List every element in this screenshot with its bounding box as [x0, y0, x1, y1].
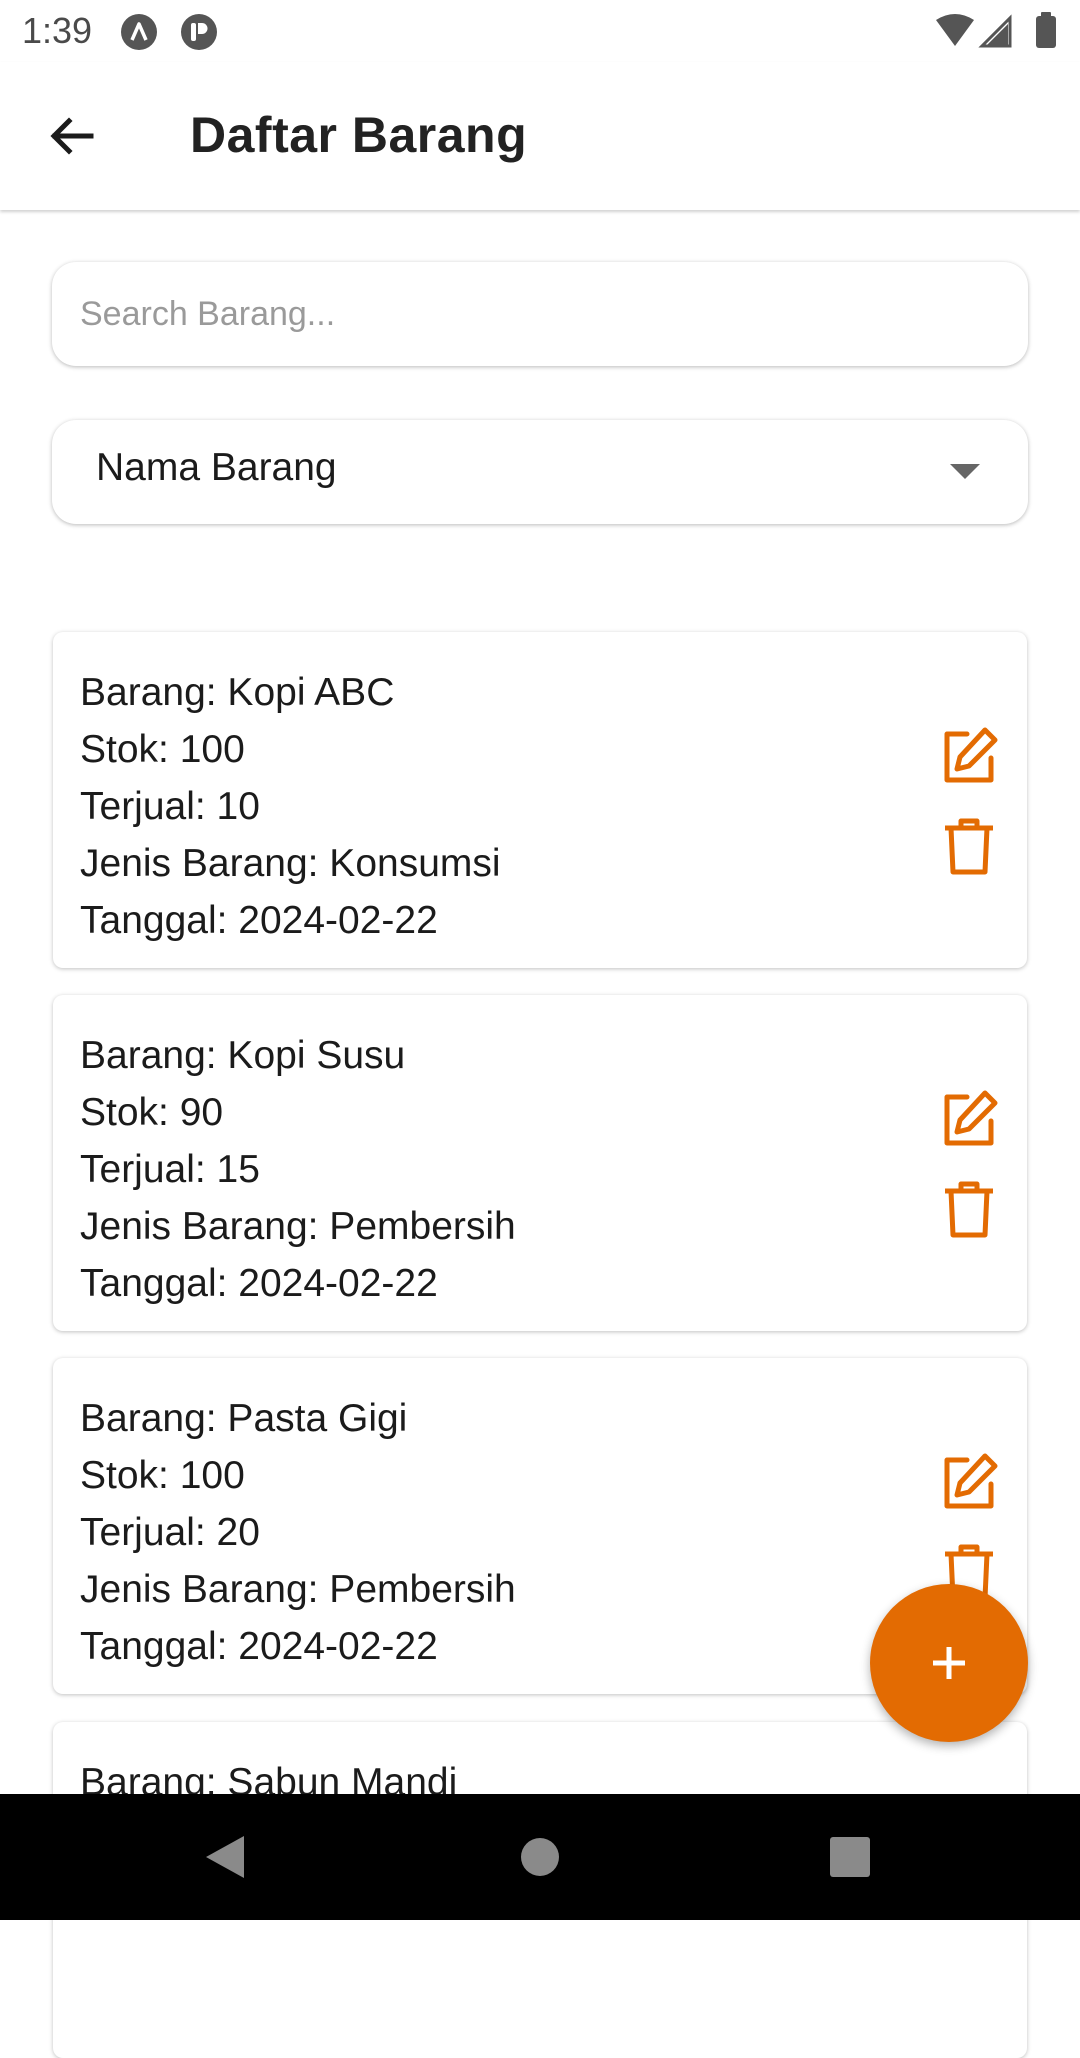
sort-select[interactable]: Nama Barang — [52, 420, 1028, 524]
page-title: Daftar Barang — [190, 107, 528, 163]
trash-icon[interactable] — [937, 814, 1001, 878]
item-name: Barang: Kopi ABC — [80, 671, 395, 714]
triangle-back-icon — [206, 1836, 244, 1878]
nav-recents-button[interactable] — [817, 1824, 883, 1890]
item-date: Tanggal: 2024-02-22 — [80, 1262, 438, 1305]
edit-icon[interactable] — [937, 1450, 1001, 1514]
trash-icon[interactable] — [937, 1177, 1001, 1241]
system-status-icons — [936, 12, 1056, 48]
search-box — [52, 262, 1028, 366]
add-item-button[interactable] — [870, 1584, 1028, 1742]
item-card: Barang: Kopi ABC Stok: 100 Terjual: 10 J… — [53, 632, 1027, 968]
item-date: Tanggal: 2024-02-22 — [80, 1625, 438, 1668]
item-card: Barang: Kopi Susu Stok: 90 Terjual: 15 J… — [53, 995, 1027, 1331]
item-date: Tanggal: 2024-02-22 — [80, 899, 438, 942]
edit-icon[interactable] — [937, 1087, 1001, 1151]
status-bar: 1:39 — [0, 0, 1080, 62]
sort-select-value: Nama Barang — [96, 446, 337, 489]
battery-icon — [1036, 16, 1056, 48]
arrow-left-icon — [50, 117, 94, 155]
nav-home-button[interactable] — [507, 1824, 573, 1890]
item-stock: Stok: 90 — [80, 1091, 224, 1134]
item-stock: Stok: 100 — [80, 1454, 245, 1497]
p-notification-icon — [181, 14, 217, 50]
status-time: 1:39 — [22, 10, 93, 51]
app-bar: Daftar Barang — [0, 62, 1080, 210]
square-recents-icon — [830, 1837, 870, 1877]
item-name: Barang: Kopi Susu — [80, 1034, 406, 1077]
item-stock: Stok: 100 — [80, 728, 245, 771]
search-input[interactable] — [52, 262, 1028, 366]
item-type: Jenis Barang: Pembersih — [80, 1568, 516, 1611]
circle-home-icon — [521, 1838, 559, 1876]
a-notification-icon — [121, 14, 157, 50]
nav-back-button[interactable] — [192, 1824, 258, 1890]
back-button[interactable] — [40, 104, 104, 168]
wifi-icon — [936, 14, 974, 46]
item-sold: Terjual: 15 — [80, 1148, 260, 1191]
plus-icon — [933, 1647, 965, 1679]
edit-icon[interactable] — [937, 724, 1001, 788]
item-name: Barang: Pasta Gigi — [80, 1397, 408, 1440]
item-sold: Terjual: 20 — [80, 1511, 260, 1554]
item-sold: Terjual: 10 — [80, 785, 260, 828]
navigation-bar — [0, 1794, 1080, 1920]
item-type: Jenis Barang: Pembersih — [80, 1205, 516, 1248]
item-type: Jenis Barang: Konsumsi — [80, 842, 501, 885]
dropdown-arrow-icon — [950, 464, 980, 479]
